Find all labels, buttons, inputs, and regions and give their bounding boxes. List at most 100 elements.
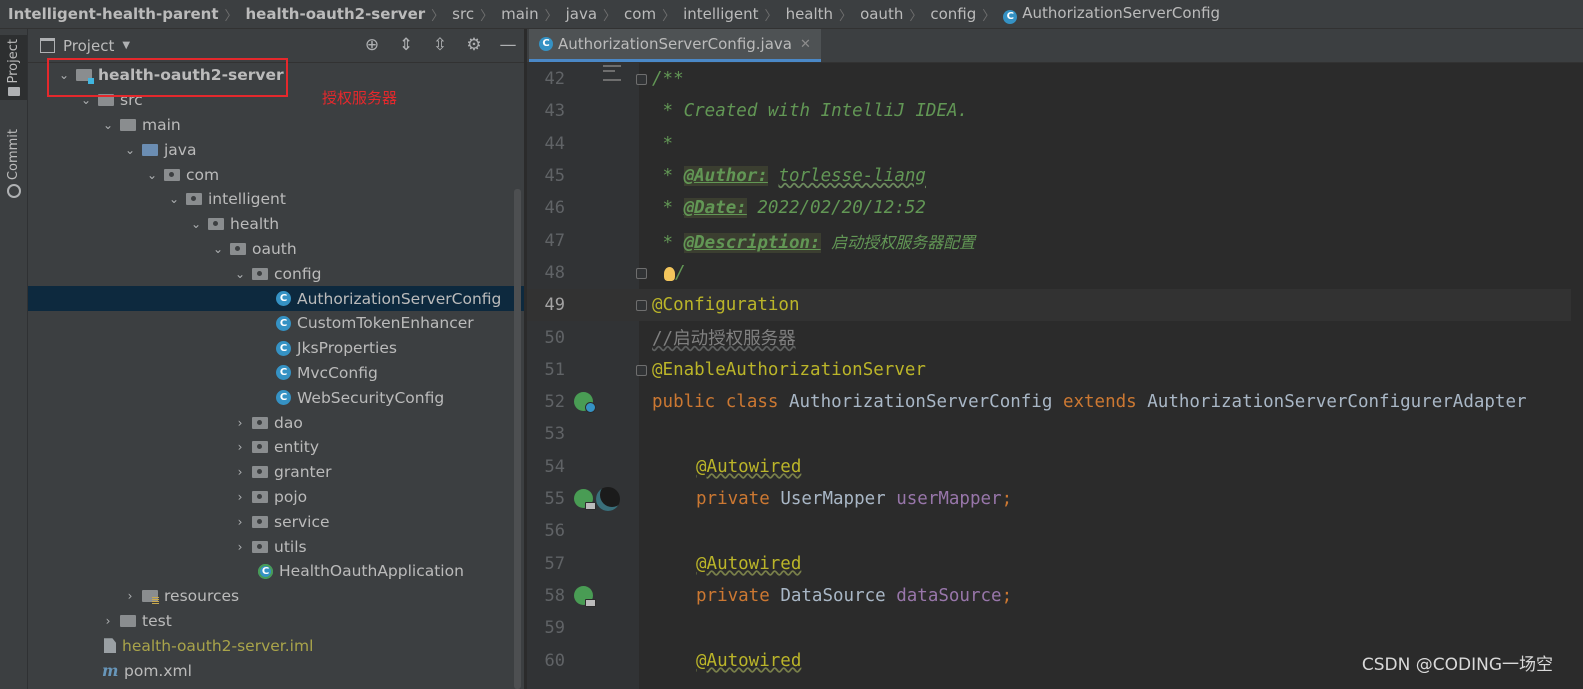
- tree-item-package[interactable]: › service: [28, 509, 524, 534]
- tree-item-package[interactable]: › granter: [28, 460, 524, 485]
- fold-icon[interactable]: [636, 74, 647, 85]
- close-icon[interactable]: ✕: [800, 37, 811, 52]
- chevron-down-icon[interactable]: ⌄: [188, 217, 204, 231]
- package-icon: [252, 515, 268, 528]
- chevron-right-icon[interactable]: ›: [100, 614, 116, 628]
- tree-item-package[interactable]: › entity: [28, 435, 524, 460]
- fold-icon[interactable]: [636, 267, 647, 279]
- collapse-all-icon[interactable]: ⇳: [430, 35, 450, 55]
- tree-item-dir[interactable]: › test: [28, 609, 524, 634]
- code-line[interactable]: 42 /**: [527, 63, 1583, 95]
- code-line[interactable]: 50 //启动授权服务器: [527, 321, 1583, 353]
- line-number: 53: [544, 424, 565, 445]
- chevron-right-icon[interactable]: ›: [232, 540, 248, 554]
- code-line[interactable]: 57 @Autowired: [527, 548, 1583, 580]
- keyword: private: [696, 489, 770, 510]
- tree-item-source-root[interactable]: ⌄ java: [28, 137, 524, 162]
- tool-tab-project[interactable]: Project: [0, 35, 27, 101]
- code-text: @Autowired: [696, 553, 802, 574]
- breadcrumb-item[interactable]: Intelligent-health-parent: [0, 5, 224, 23]
- breadcrumb-item[interactable]: main: [493, 5, 544, 23]
- code-line[interactable]: 51 @EnableAuthorizationServer: [527, 354, 1583, 386]
- chevron-down-icon[interactable]: ⌄: [100, 118, 116, 132]
- project-tree: ⌄ health-oauth2-server ⌄ src ⌄ main ⌄ java ⌄…: [28, 63, 524, 683]
- code-line[interactable]: 47 * @Description: 启动授权服务器配置: [527, 225, 1583, 257]
- gear-icon[interactable]: ⚙: [464, 35, 484, 55]
- code-line[interactable]: 58 private DataSource dataSource;: [527, 580, 1583, 612]
- fold-icon[interactable]: [636, 364, 647, 376]
- tree-item-application[interactable]: C HealthOauthApplication: [28, 559, 524, 584]
- hide-icon[interactable]: —: [498, 35, 518, 55]
- chevron-down-icon[interactable]: ⌄: [144, 168, 160, 182]
- tree-item-label: utils: [274, 537, 307, 556]
- spring-autowired-icon[interactable]: [574, 585, 596, 607]
- tree-item-package[interactable]: › pojo: [28, 485, 524, 510]
- line-number: 42: [544, 69, 565, 90]
- chevron-down-icon[interactable]: ⌄: [232, 267, 248, 281]
- code-line[interactable]: 43 * Created with IntelliJ IDEA.: [527, 95, 1583, 127]
- code-line[interactable]: 56: [527, 515, 1583, 547]
- tree-item-class[interactable]: C CustomTokenEnhancer: [28, 311, 524, 336]
- tree-item-class[interactable]: C JksProperties: [28, 336, 524, 361]
- chevron-right-icon[interactable]: ›: [122, 589, 138, 603]
- project-view-selector[interactable]: Project: [63, 37, 114, 55]
- tree-item-resources[interactable]: › resources: [28, 584, 524, 609]
- spring-autowired-icon[interactable]: [574, 488, 596, 510]
- fold-icon[interactable]: [636, 300, 647, 312]
- code-line[interactable]: 44 *: [527, 128, 1583, 160]
- code-line[interactable]: 48 /: [527, 257, 1583, 289]
- breadcrumb-item[interactable]: intelligent: [675, 5, 764, 23]
- spring-bean-icon[interactable]: [574, 392, 596, 413]
- code-line-current[interactable]: 49 @Configuration: [527, 289, 1583, 322]
- tree-item-package[interactable]: › dao: [28, 410, 524, 435]
- breadcrumb-item-class[interactable]: C AuthorizationServerConfig: [995, 4, 1226, 24]
- editor-scrollbar[interactable]: [1571, 63, 1583, 689]
- tool-tab-commit[interactable]: Commit: [0, 125, 27, 202]
- code-line[interactable]: 45 * @Author: torlesse-liang: [527, 160, 1583, 192]
- tree-item-package[interactable]: ⌄ intelligent: [28, 187, 524, 212]
- line-number: 60: [544, 650, 565, 671]
- chevron-right-icon[interactable]: ›: [232, 490, 248, 504]
- tree-item-package[interactable]: ⌄ health: [28, 212, 524, 237]
- tree-item-label: config: [274, 264, 322, 283]
- code-line[interactable]: 55 private UserMapper userMapper;: [527, 483, 1583, 515]
- mybatis-icon[interactable]: [596, 486, 620, 511]
- code-line[interactable]: 54 @Autowired: [527, 451, 1583, 483]
- tool-tab-project-label: Project: [6, 39, 21, 84]
- lightbulb-icon[interactable]: [664, 266, 675, 281]
- chevron-right-icon[interactable]: ›: [232, 416, 248, 430]
- chevron-right-icon[interactable]: ›: [232, 465, 248, 479]
- expand-all-icon[interactable]: ⇕: [396, 35, 416, 55]
- package-icon: [186, 193, 202, 206]
- chevron-right-icon[interactable]: ›: [232, 515, 248, 529]
- tree-item-class[interactable]: C MvcConfig: [28, 361, 524, 386]
- tree-item-package[interactable]: ⌄ oauth: [28, 237, 524, 262]
- chevron-down-icon[interactable]: ⌄: [210, 242, 226, 256]
- tree-item-class[interactable]: C WebSecurityConfig: [28, 385, 524, 410]
- tree-item-pom[interactable]: m pom.xml: [28, 658, 524, 683]
- tree-item-class-selected[interactable]: C AuthorizationServerConfig: [28, 286, 524, 311]
- chevron-down-icon[interactable]: ⌄: [166, 192, 182, 206]
- code-line[interactable]: 53: [527, 418, 1583, 450]
- tree-item-package[interactable]: ⌄ com: [28, 162, 524, 187]
- breadcrumb-item[interactable]: health: [778, 5, 839, 23]
- breadcrumb-item[interactable]: java: [558, 5, 603, 23]
- tree-item-dir[interactable]: ⌄ main: [28, 113, 524, 138]
- breadcrumb-item[interactable]: health-oauth2-server: [238, 5, 432, 23]
- chevron-down-icon[interactable]: ⌄: [122, 143, 138, 157]
- editor-tab-active[interactable]: C AuthorizationServerConfig.java ✕: [529, 29, 821, 62]
- breadcrumb-item[interactable]: src: [444, 5, 480, 23]
- project-scrollbar[interactable]: [514, 189, 521, 689]
- breadcrumb-item[interactable]: com: [616, 5, 662, 23]
- code-line[interactable]: 59: [527, 612, 1583, 644]
- locate-icon[interactable]: ⊕: [362, 35, 382, 55]
- code-line[interactable]: 52 public class AuthorizationServerConfi…: [527, 386, 1583, 418]
- chevron-down-icon[interactable]: ▼: [122, 40, 130, 51]
- tree-item-iml[interactable]: health-oauth2-server.iml: [28, 633, 524, 658]
- tree-item-package[interactable]: ⌄ config: [28, 261, 524, 286]
- code-line[interactable]: 46 * @Date: 2022/02/20/12:52: [527, 192, 1583, 224]
- breadcrumb-item[interactable]: oauth: [852, 5, 909, 23]
- breadcrumb-item[interactable]: config: [922, 5, 982, 23]
- chevron-right-icon[interactable]: ›: [232, 440, 248, 454]
- tree-item-package[interactable]: › utils: [28, 534, 524, 559]
